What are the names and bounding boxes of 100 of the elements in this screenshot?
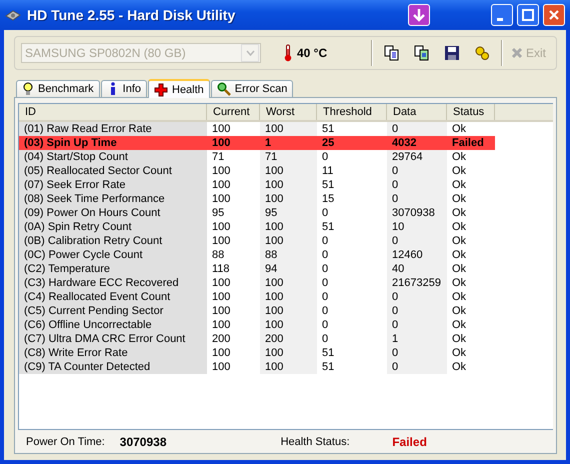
temperature-reading: 40 °C	[297, 46, 328, 60]
table-cell: 0	[387, 122, 447, 136]
thermometer-icon	[283, 44, 293, 62]
table-row[interactable]: (0A) Spin Retry Count 100 100 51 10 Ok	[19, 220, 553, 234]
table-cell: (08) Seek Time Performance	[19, 192, 207, 206]
cross-icon	[154, 82, 168, 96]
column-header[interactable]: Status	[447, 104, 495, 120]
table-cell: 40	[387, 262, 447, 276]
table-cell-text: Failed	[451, 136, 485, 150]
table-cell: 100	[260, 192, 317, 206]
tab[interactable]: Error Scan	[210, 80, 294, 97]
minimize-icon	[497, 18, 503, 20]
table-cell: 100	[260, 318, 317, 332]
table-cell: 100	[260, 164, 317, 178]
table-cell: (0C) Power Cycle Count	[19, 248, 207, 262]
table-cell: (07) Seek Error Rate	[19, 178, 207, 192]
table-cell: 100	[260, 234, 317, 248]
table-cell: 0	[387, 304, 447, 318]
table-row[interactable]: (C6) Offline Uncorrectable 100 100 0 0 Ok	[19, 318, 553, 332]
column-header[interactable]: Current	[207, 104, 260, 120]
table-cell: 88	[260, 248, 317, 262]
table-row[interactable]: (01) Raw Read Error Rate 100 100 51 0 Ok	[19, 122, 553, 136]
table-cell: 100	[260, 276, 317, 290]
table-cell: 0	[387, 178, 447, 192]
table-cell: (C3) Hardware ECC Recovered	[19, 276, 207, 290]
table-row[interactable]: (C9) TA Counter Detected 100 100 51 0 Ok	[19, 360, 553, 374]
tab[interactable]: Info	[100, 80, 147, 97]
save-icon[interactable]	[444, 45, 460, 61]
table-cell: 95	[260, 206, 317, 220]
table-cell: (C5) Current Pending Sector	[19, 304, 207, 318]
health-status-label: Health Status:	[280, 436, 351, 448]
copy-all-icon[interactable]	[414, 45, 430, 61]
table-cell: 10	[387, 220, 447, 234]
table-cell: (05) Reallocated Sector Count	[19, 164, 207, 178]
table-row[interactable]: (C4) Reallocated Event Count 100 100 0 0 Ok	[19, 290, 553, 304]
table-cell: 100	[260, 346, 317, 360]
table-cell: 100	[260, 220, 317, 234]
copy-icon[interactable]	[384, 45, 400, 61]
table-cell: (C9) TA Counter Detected	[19, 360, 207, 374]
table-cell: (01) Raw Read Error Rate	[19, 122, 207, 136]
table-cell: (C8) Write Error Rate	[19, 346, 207, 360]
table-cell: 100	[260, 178, 317, 192]
maximize-button[interactable]	[517, 4, 539, 26]
table-row[interactable]: (C3) Hardware ECC Recovered 100 100 0 21673259 Ok	[19, 276, 553, 290]
table-row[interactable]: (08) Seek Time Performance 100 100 15 0 Ok	[19, 192, 553, 206]
table-row[interactable]: (C7) Ultra DMA CRC Error Count 200 200 0 1 Ok	[19, 332, 553, 346]
table-row[interactable]: (05) Reallocated Sector Count 100 100 11 0 Ok	[19, 164, 553, 178]
table-cell: 100	[260, 360, 317, 374]
table-cell: 0	[387, 290, 447, 304]
close-button[interactable]	[543, 4, 565, 26]
table-cell: 3070938	[387, 206, 447, 220]
light-bulb-icon	[22, 82, 34, 96]
table-row[interactable]: (04) Start/Stop Count 71 71 0 29764 Ok	[19, 150, 553, 164]
table-cell: 200	[260, 332, 317, 346]
window-title: HD Tune 2.55 - Hard Disk Utility	[27, 7, 236, 23]
table-cell: (C4) Reallocated Event Count	[19, 290, 207, 304]
table-cell: 100	[260, 304, 317, 318]
column-header[interactable]: Worst	[260, 104, 317, 120]
table-cell: (09) Power On Hours Count	[19, 206, 207, 220]
table-cell-text: 100	[211, 136, 232, 150]
table-row[interactable]: (0B) Calibration Retry Count 100 100 0 0 Ok	[19, 234, 553, 248]
cross-icon	[510, 47, 523, 59]
table-row[interactable]: (07) Seek Error Rate 100 100 51 0 Ok	[19, 178, 553, 192]
table-cell: 29764	[387, 150, 447, 164]
power-on-label: Power On Time:	[26, 436, 106, 448]
table-row[interactable]: (C8) Write Error Rate 100 100 51 0 Ok	[19, 346, 553, 360]
table-row[interactable]: (C2) Temperature 118 94 0 40 Ok	[19, 262, 553, 276]
table-row[interactable]: (C5) Current Pending Sector 100 100 0 0 Ok	[19, 304, 553, 318]
table-cell: 12460	[387, 248, 447, 262]
magnifier-icon	[216, 82, 231, 96]
table-cell: 0	[387, 360, 447, 374]
column-header[interactable]: Data	[387, 104, 447, 120]
table-cell: (04) Start/Stop Count	[19, 150, 207, 164]
table-cell: (0B) Calibration Retry Count	[19, 234, 207, 248]
table-cell: 71	[260, 150, 317, 164]
table-cell: 0	[387, 164, 447, 178]
table-cell: 100	[260, 122, 317, 136]
tab[interactable]: Benchmark	[16, 80, 100, 97]
table-row[interactable]: (03) Spin Up Time 100 1 25 4032 Failed	[19, 136, 495, 150]
table-cell: 0	[387, 234, 447, 248]
table-cell: 0	[387, 346, 447, 360]
download-icon[interactable]	[408, 4, 430, 26]
table-cell: 94	[260, 262, 317, 276]
table-cell-text: (03) Spin Up Time	[23, 136, 118, 150]
table-cell: 0	[387, 318, 447, 332]
table-cell-text: 1	[264, 136, 272, 150]
maximize-icon	[522, 9, 534, 21]
power-on-value: 3070938	[120, 434, 168, 448]
column-header[interactable]: ID	[19, 104, 207, 120]
close-icon	[548, 9, 560, 21]
minimize-button[interactable]	[491, 4, 513, 26]
table-row[interactable]: (09) Power On Hours Count 95 95 0 3070938 Ok	[19, 206, 553, 220]
table-cell: 1	[387, 332, 447, 346]
tab[interactable]: Health	[148, 79, 210, 98]
table-row[interactable]: (0C) Power Cycle Count 88 88 0 12460 Ok	[19, 248, 553, 262]
table-cell-text: 4032	[391, 136, 418, 150]
table-cell: (C6) Offline Uncorrectable	[19, 318, 207, 332]
health-status-value: Failed	[392, 434, 428, 448]
table-cell-text: 25	[321, 136, 336, 150]
column-header[interactable]: Threshold	[317, 104, 387, 120]
